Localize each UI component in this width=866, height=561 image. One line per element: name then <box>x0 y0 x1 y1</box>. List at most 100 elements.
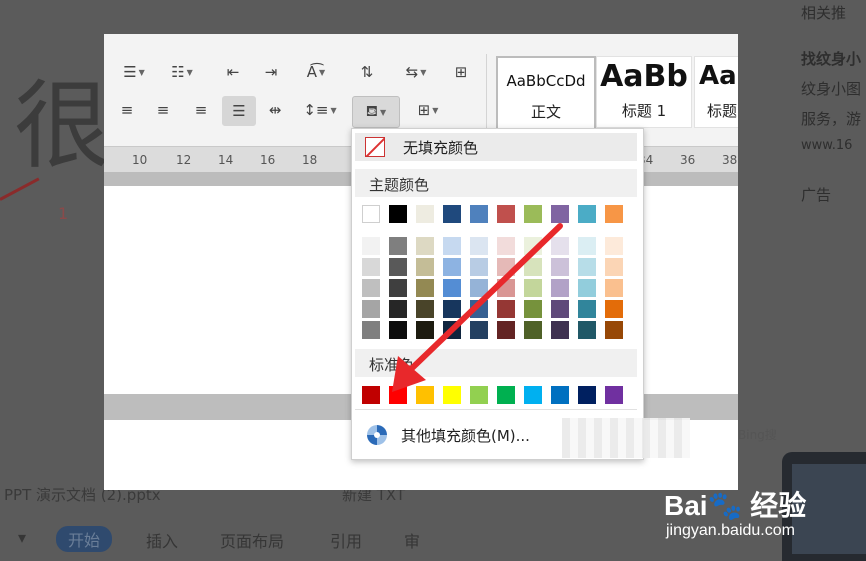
no-fill-color-item[interactable]: 无填充颜色 <box>355 133 637 161</box>
theme-color-swatch[interactable] <box>470 205 488 223</box>
theme-shade-swatch[interactable] <box>470 237 488 255</box>
theme-shade-swatch[interactable] <box>443 258 461 276</box>
justify-button[interactable]: ☰ <box>222 96 256 126</box>
theme-shade-swatch[interactable] <box>551 300 569 318</box>
theme-shade-swatch[interactable] <box>578 237 596 255</box>
text-direction-button[interactable]: A͡ ▼ <box>296 60 336 84</box>
standard-color-swatch[interactable] <box>551 386 569 404</box>
theme-shade-swatch[interactable] <box>389 279 407 297</box>
tab-review[interactable]: 审 <box>404 528 420 552</box>
standard-color-swatch[interactable] <box>524 386 542 404</box>
theme-shade-swatch[interactable] <box>470 321 488 339</box>
standard-color-swatch[interactable] <box>578 386 596 404</box>
theme-shade-swatch[interactable] <box>605 237 623 255</box>
style-normal[interactable]: AaBbCcDd 正文 <box>496 56 596 130</box>
theme-shade-swatch[interactable] <box>551 237 569 255</box>
theme-shade-swatch[interactable] <box>551 279 569 297</box>
decrease-indent-button[interactable]: ⇤ <box>220 60 246 84</box>
theme-shade-swatch[interactable] <box>605 300 623 318</box>
theme-color-swatch[interactable] <box>551 205 569 223</box>
theme-color-swatch[interactable] <box>389 205 407 223</box>
table-layout-button[interactable]: ⊞ <box>448 60 474 84</box>
style-heading-2[interactable]: AaI 标题 <box>694 56 738 128</box>
theme-shade-swatch[interactable] <box>362 300 380 318</box>
related-link-title[interactable]: 找纹身小 <box>801 48 861 69</box>
theme-shade-swatch[interactable] <box>389 300 407 318</box>
standard-color-swatch[interactable] <box>416 386 434 404</box>
menu-divider <box>355 409 637 410</box>
align-center-button[interactable]: ≡ <box>150 98 176 122</box>
chevron-down-icon[interactable]: ▾ <box>18 528 26 547</box>
theme-shade-swatch[interactable] <box>578 279 596 297</box>
theme-shade-swatch[interactable] <box>605 258 623 276</box>
theme-shade-swatch[interactable] <box>605 279 623 297</box>
theme-shade-swatch[interactable] <box>389 321 407 339</box>
theme-shade-swatch[interactable] <box>524 279 542 297</box>
bullet-list-button[interactable]: ☰ ▼ <box>114 60 154 84</box>
shading-fill-button[interactable]: ⛾ ▼ <box>352 96 400 128</box>
standard-color-swatch[interactable] <box>605 386 623 404</box>
thumbnail-caption: Bing搜 <box>738 428 777 442</box>
theme-shade-swatch[interactable] <box>416 237 434 255</box>
theme-shade-swatch[interactable] <box>524 237 542 255</box>
theme-shade-swatch[interactable] <box>497 279 515 297</box>
borders-button[interactable]: ⊞ ▼ <box>408 98 448 122</box>
theme-shade-swatch[interactable] <box>362 321 380 339</box>
theme-color-swatch[interactable] <box>578 205 596 223</box>
numbered-list-button[interactable]: ☷ ▼ <box>162 60 202 84</box>
theme-color-swatch[interactable] <box>362 205 380 223</box>
align-right-button[interactable]: ≡ <box>188 98 214 122</box>
line-break-button[interactable]: ⇆ ▼ <box>396 60 436 84</box>
theme-shade-swatch[interactable] <box>443 237 461 255</box>
tab-home[interactable]: 开始 <box>56 526 113 552</box>
theme-shade-swatch[interactable] <box>524 300 542 318</box>
theme-shade-swatch[interactable] <box>389 258 407 276</box>
theme-shade-swatch[interactable] <box>416 258 434 276</box>
theme-shade-swatch[interactable] <box>443 279 461 297</box>
tab-references[interactable]: 引用 <box>330 528 362 552</box>
tab-insert[interactable]: 插入 <box>146 528 178 552</box>
theme-color-swatch[interactable] <box>605 205 623 223</box>
tab-page-layout[interactable]: 页面布局 <box>220 528 284 552</box>
theme-color-swatch[interactable] <box>524 205 542 223</box>
theme-shade-swatch[interactable] <box>524 258 542 276</box>
theme-shade-swatch[interactable] <box>416 321 434 339</box>
standard-color-swatch[interactable] <box>443 386 461 404</box>
theme-shade-swatch[interactable] <box>578 300 596 318</box>
theme-shade-swatch[interactable] <box>443 321 461 339</box>
theme-shade-swatch[interactable] <box>470 279 488 297</box>
theme-shade-swatch[interactable] <box>470 258 488 276</box>
standard-color-swatch[interactable] <box>362 386 380 404</box>
theme-shade-swatch[interactable] <box>497 237 515 255</box>
theme-shade-swatch[interactable] <box>524 321 542 339</box>
style-heading-1[interactable]: AaBb 标题 1 <box>596 56 692 128</box>
theme-shade-swatch[interactable] <box>605 321 623 339</box>
standard-color-swatch[interactable] <box>389 386 407 404</box>
theme-shade-swatch[interactable] <box>578 258 596 276</box>
align-center-icon: ≡ <box>156 101 170 119</box>
theme-shade-swatch[interactable] <box>362 279 380 297</box>
theme-shade-swatch[interactable] <box>497 321 515 339</box>
line-spacing-button[interactable]: ↕≡ ▼ <box>300 98 340 122</box>
theme-color-swatch[interactable] <box>443 205 461 223</box>
standard-color-swatch[interactable] <box>497 386 515 404</box>
theme-shade-swatch[interactable] <box>497 258 515 276</box>
theme-shade-swatch[interactable] <box>497 300 515 318</box>
theme-shade-swatch[interactable] <box>362 258 380 276</box>
align-left-button[interactable]: ≡ <box>114 98 140 122</box>
standard-color-swatch[interactable] <box>470 386 488 404</box>
theme-shade-swatch[interactable] <box>470 300 488 318</box>
theme-shade-swatch[interactable] <box>362 237 380 255</box>
theme-color-swatch[interactable] <box>416 205 434 223</box>
theme-shade-swatch[interactable] <box>551 258 569 276</box>
distributed-align-button[interactable]: ⇹ <box>262 98 288 122</box>
theme-shade-swatch[interactable] <box>443 300 461 318</box>
sort-button[interactable]: ⇅ <box>354 60 380 84</box>
theme-shade-swatch[interactable] <box>416 300 434 318</box>
increase-indent-button[interactable]: ⇥ <box>258 60 284 84</box>
theme-shade-swatch[interactable] <box>578 321 596 339</box>
theme-shade-swatch[interactable] <box>416 279 434 297</box>
theme-color-swatch[interactable] <box>497 205 515 223</box>
theme-shade-swatch[interactable] <box>389 237 407 255</box>
theme-shade-swatch[interactable] <box>551 321 569 339</box>
